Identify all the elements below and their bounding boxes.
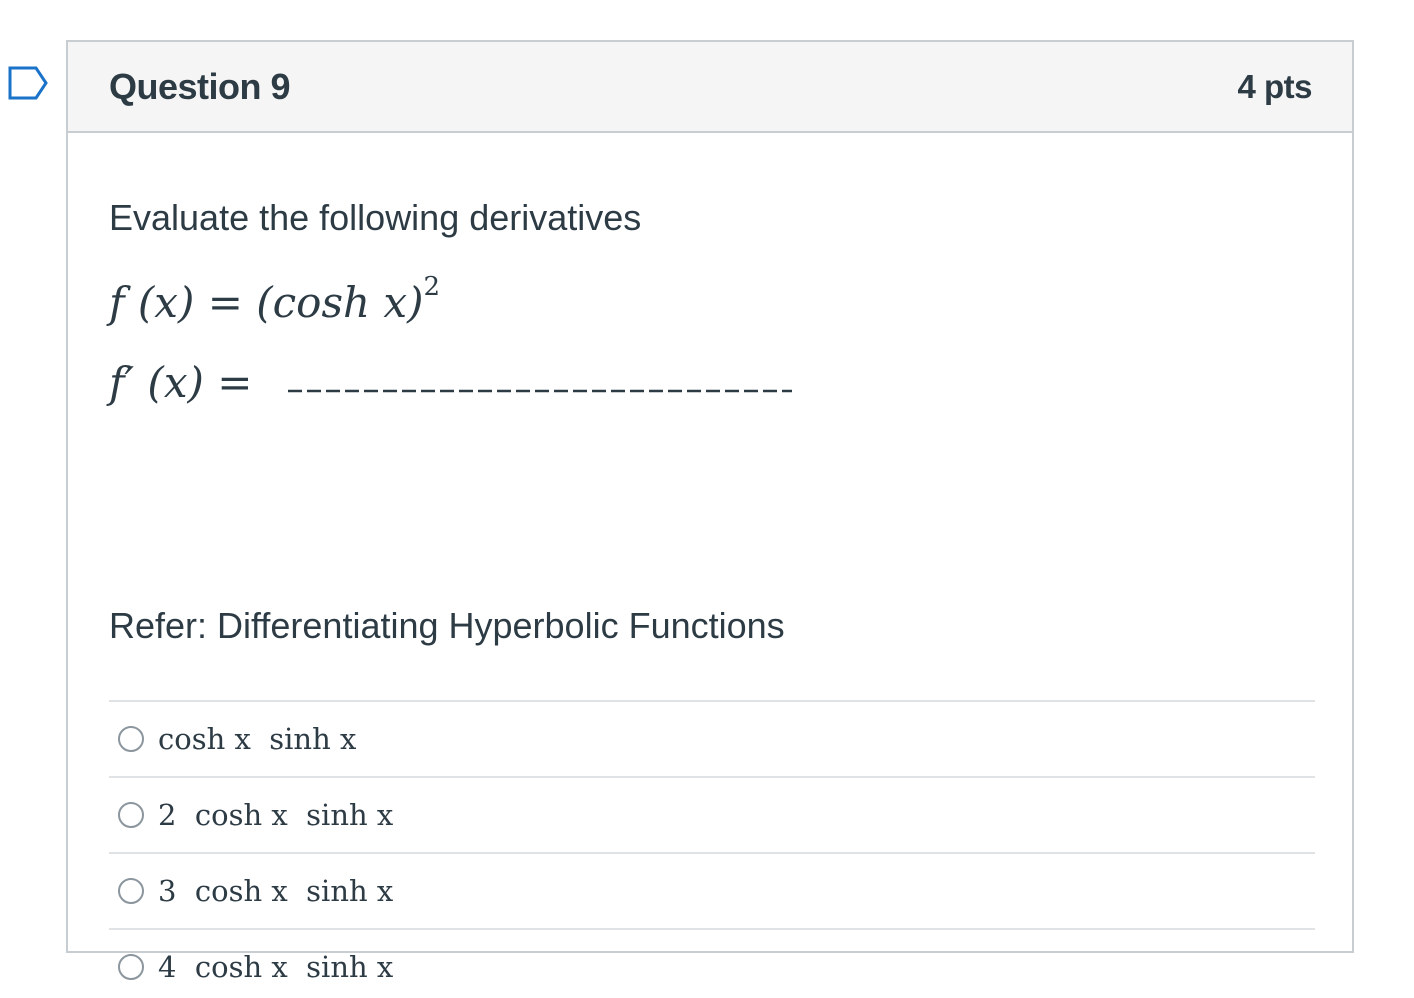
bookmark-flag-icon[interactable]	[8, 66, 48, 100]
radio-button[interactable]	[118, 878, 144, 904]
radio-button[interactable]	[118, 802, 144, 828]
question-points: 4 pts	[1237, 67, 1312, 105]
answer-option-3[interactable]: 3 cosh x sinh x	[109, 854, 1315, 930]
radio-button[interactable]	[118, 954, 144, 980]
refer-note: Refer: Differentiating Hyperbolic Functi…	[109, 605, 785, 646]
equation-derivative-lhs: f′ (x) =	[109, 358, 253, 407]
equation-function: f (x) = (cosh x)2	[109, 272, 440, 327]
question-title: Question 9	[109, 65, 291, 107]
question-prompt: Evaluate the following derivatives	[109, 197, 642, 238]
question-header: Question 9 4 pts	[68, 42, 1352, 133]
answer-label: 3 cosh x sinh x	[158, 874, 394, 908]
answer-option-1[interactable]: cosh x sinh x	[109, 702, 1315, 778]
question-card: Question 9 4 pts Evaluate the following …	[66, 40, 1354, 984]
answer-label: 4 cosh x sinh x	[158, 950, 394, 984]
quiz-page: Question 9 4 pts Evaluate the following …	[0, 0, 1414, 998]
answer-blank-line	[287, 389, 792, 393]
answer-label: 2 cosh x sinh x	[158, 798, 394, 832]
radio-button[interactable]	[118, 726, 144, 752]
answer-option-4[interactable]: 4 cosh x sinh x	[109, 930, 1315, 998]
answer-label: cosh x sinh x	[158, 722, 357, 756]
answer-list: cosh x sinh x 2 cosh x sinh x 3 cosh x s…	[109, 700, 1315, 998]
answer-option-2[interactable]: 2 cosh x sinh x	[109, 778, 1315, 854]
equation-derivative: f′ (x) =	[109, 358, 792, 407]
equation-function-lhs: f (x) = (cosh x)	[109, 278, 424, 327]
equation-function-exponent: 2	[423, 272, 441, 302]
